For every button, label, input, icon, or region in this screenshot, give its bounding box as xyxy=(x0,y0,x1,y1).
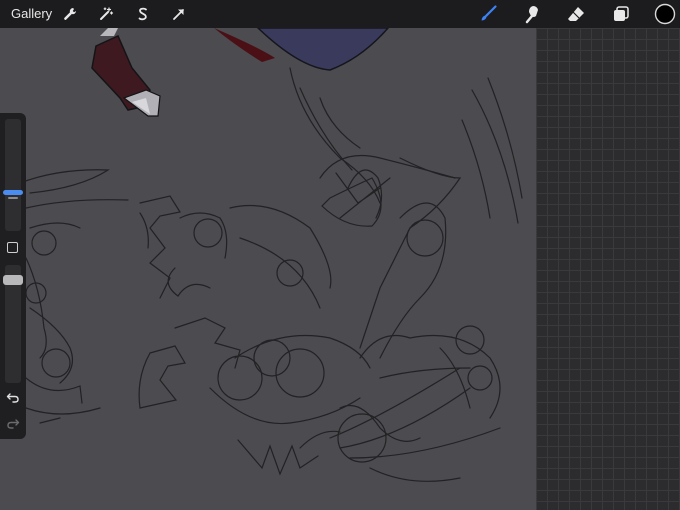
gallery-button[interactable]: Gallery xyxy=(11,6,52,22)
brush-size-slider[interactable] xyxy=(5,119,21,231)
sketch-lines xyxy=(19,67,523,482)
magic-wand-icon[interactable] xyxy=(96,4,116,24)
sketch-artwork xyxy=(19,28,523,482)
undo-icon[interactable] xyxy=(6,390,20,409)
opacity-thumb[interactable] xyxy=(3,275,23,285)
selection-s-icon[interactable] xyxy=(133,4,153,24)
smudge-icon[interactable] xyxy=(523,4,543,24)
redo-icon[interactable] xyxy=(6,416,20,435)
left-sidebar xyxy=(0,113,26,439)
color-swatch[interactable] xyxy=(654,3,676,25)
layers-icon[interactable] xyxy=(611,4,631,24)
modify-button[interactable] xyxy=(7,242,18,253)
grid-panel xyxy=(536,28,680,510)
brush-size-thumb[interactable] xyxy=(3,188,23,200)
character-body xyxy=(256,28,389,71)
top-toolbar: Gallery xyxy=(0,0,680,28)
brush-size-tick xyxy=(8,197,18,199)
drawing-canvas[interactable] xyxy=(0,28,536,510)
brush-icon[interactable] xyxy=(478,4,498,24)
eraser-icon[interactable] xyxy=(566,4,586,24)
wrench-icon[interactable] xyxy=(60,4,80,24)
transform-arrow-icon[interactable] xyxy=(169,4,189,24)
brush-size-indicator xyxy=(3,190,23,195)
character-joint xyxy=(100,28,118,36)
